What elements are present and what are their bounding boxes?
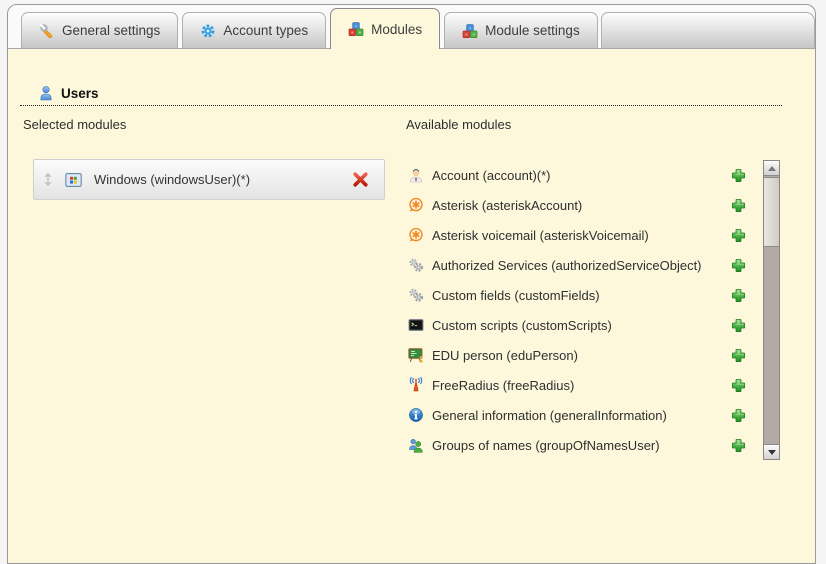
red-cross-icon xyxy=(352,171,369,188)
green-plus-icon xyxy=(731,198,746,213)
tab-account-types[interactable]: Account types xyxy=(182,12,326,48)
wrench-icon xyxy=(39,23,55,39)
available-module-row: Account (account)(*) xyxy=(406,160,746,190)
add-module-button[interactable] xyxy=(731,318,746,333)
scroll-up-button[interactable] xyxy=(764,161,779,176)
available-module-row: Custom fields (customFields) xyxy=(406,280,746,310)
available-module-row: Asterisk (asteriskAccount) xyxy=(406,190,746,220)
tab-label: Module settings xyxy=(485,23,580,38)
available-module-row: Groups of names (groupOfNamesUser) xyxy=(406,430,746,460)
scroll-down-button[interactable] xyxy=(764,444,779,459)
antenna-icon xyxy=(408,377,424,393)
tab-module-settings[interactable]: Module settings xyxy=(444,12,598,48)
modules-icon xyxy=(348,21,364,37)
edu-person-icon xyxy=(408,347,424,363)
module-label: General information (generalInformation) xyxy=(432,408,667,423)
module-label: Account (account)(*) xyxy=(432,168,551,183)
account-icon xyxy=(408,167,424,183)
add-module-button[interactable] xyxy=(731,288,746,303)
available-module-row: Custom scripts (customScripts) xyxy=(406,310,746,340)
tab-label: Account types xyxy=(223,23,308,38)
green-plus-icon xyxy=(731,168,746,183)
module-label: Asterisk voicemail (asteriskVoicemail) xyxy=(432,228,649,243)
remove-module-button[interactable] xyxy=(352,171,369,188)
custom-fields-icon xyxy=(408,287,424,303)
module-label: Asterisk (asteriskAccount) xyxy=(432,198,582,213)
module-label: FreeRadius (freeRadius) xyxy=(432,378,574,393)
gear-icon xyxy=(200,23,216,39)
available-module-row: General information (generalInformation) xyxy=(406,400,746,430)
section-header-users: Users xyxy=(20,81,782,106)
add-module-button[interactable] xyxy=(731,438,746,453)
selected-module-row: Windows (windowsUser)(*) xyxy=(33,159,385,200)
tab-label: General settings xyxy=(62,23,160,38)
add-module-button[interactable] xyxy=(731,198,746,213)
available-module-row: FreeRadius (freeRadius) xyxy=(406,370,746,400)
tab-bar: General settings Account types Modules xyxy=(8,5,815,49)
windows-icon xyxy=(65,172,82,188)
module-label: EDU person (eduPerson) xyxy=(432,348,578,363)
add-module-button[interactable] xyxy=(731,228,746,243)
user-icon xyxy=(39,85,53,101)
group-icon xyxy=(408,437,424,453)
module-label: Custom scripts (customScripts) xyxy=(432,318,612,333)
terminal-icon xyxy=(408,317,424,333)
green-plus-icon xyxy=(731,408,746,423)
tab-modules[interactable]: Modules xyxy=(330,8,440,49)
tab-general-settings[interactable]: General settings xyxy=(21,12,178,48)
add-module-button[interactable] xyxy=(731,168,746,183)
section-title: Users xyxy=(61,86,99,101)
tab-label: Modules xyxy=(371,22,422,37)
add-module-button[interactable] xyxy=(731,408,746,423)
info-icon xyxy=(408,407,424,423)
available-module-row: EDU person (eduPerson) xyxy=(406,340,746,370)
module-label: Custom fields (customFields) xyxy=(432,288,600,303)
asterisk-voicemail-icon xyxy=(408,227,424,243)
available-modules-label: Available modules xyxy=(406,117,511,132)
selected-module-label: Windows (windowsUser)(*) xyxy=(94,172,352,187)
selected-modules-label: Selected modules xyxy=(23,117,126,132)
scrollbar[interactable] xyxy=(763,160,780,460)
available-module-row: Asterisk voicemail (asteriskVoicemail) xyxy=(406,220,746,250)
add-module-button[interactable] xyxy=(731,258,746,273)
green-plus-icon xyxy=(731,228,746,243)
settings-panel: General settings Account types Modules xyxy=(7,4,816,564)
green-plus-icon xyxy=(731,318,746,333)
module-label: Groups of names (groupOfNamesUser) xyxy=(432,438,660,453)
add-module-button[interactable] xyxy=(731,378,746,393)
config-window: General settings Account types Modules xyxy=(0,0,826,486)
green-plus-icon xyxy=(731,288,746,303)
green-plus-icon xyxy=(731,378,746,393)
modules-icon xyxy=(462,23,478,39)
asterisk-icon xyxy=(408,197,424,213)
green-plus-icon xyxy=(731,438,746,453)
arrow-down-icon xyxy=(768,450,776,455)
add-module-button[interactable] xyxy=(731,348,746,363)
green-plus-icon xyxy=(731,258,746,273)
available-module-row: Authorized Services (authorizedServiceOb… xyxy=(406,250,746,280)
module-label: Authorized Services (authorizedServiceOb… xyxy=(432,258,702,273)
green-plus-icon xyxy=(731,348,746,363)
scrollbar-thumb[interactable] xyxy=(764,177,779,247)
up-down-arrow-icon[interactable] xyxy=(43,172,53,187)
authorized-services-icon xyxy=(408,257,424,273)
tab-strip-filler xyxy=(601,12,815,48)
arrow-up-icon xyxy=(768,166,776,171)
available-modules-list: Account (account)(*) Asterisk (asteriskA… xyxy=(406,160,746,460)
